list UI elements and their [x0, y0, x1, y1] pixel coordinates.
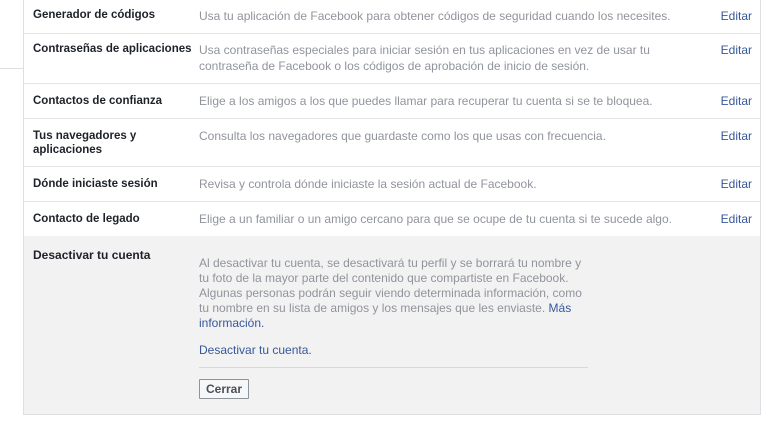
setting-label: Dónde iniciaste sesión: [33, 178, 158, 190]
setting-row-trusted-contacts: Contactos de confianza Elige a los amigo…: [24, 84, 760, 119]
divider: [199, 367, 588, 368]
outer-divider: [0, 68, 23, 69]
setting-row-legacy-contact: Contacto de legado Elige a un familiar o…: [24, 202, 760, 236]
section-title: Desactivar tu cuenta: [33, 248, 151, 262]
deactivate-account-section: Desactivar tu cuenta Al desactivar tu cu…: [24, 236, 760, 414]
setting-label: Contacto de legado: [33, 213, 140, 225]
edit-link-where-logged-in[interactable]: Editar: [721, 176, 752, 192]
setting-description: Usa tu aplicación de Facebook para obten…: [199, 9, 671, 23]
setting-description: Elige a los amigos a los que puedes llam…: [199, 94, 653, 108]
setting-row-browsers-apps: Tus navegadores y aplicaciones Consulta …: [24, 119, 760, 167]
edit-link-legacy-contact[interactable]: Editar: [721, 211, 752, 227]
deactivate-explanation: Al desactivar tu cuenta, se desactivará …: [199, 256, 594, 331]
setting-row-where-logged-in: Dónde iniciaste sesión Revisa y controla…: [24, 167, 760, 202]
edit-link-code-generator[interactable]: Editar: [721, 8, 752, 24]
setting-description: Elige a un familiar o un amigo cercano p…: [199, 212, 672, 226]
setting-description: Revisa y controla dónde iniciaste la ses…: [199, 177, 537, 191]
setting-label: Contactos de confianza: [33, 95, 163, 107]
security-settings-panel: Generador de códigos Usa tu aplicación d…: [23, 0, 761, 415]
setting-label: Contraseñas de aplicaciones: [33, 43, 192, 55]
edit-link-trusted-contacts[interactable]: Editar: [721, 93, 752, 109]
setting-description: Consulta los navegadores que guardaste c…: [199, 129, 606, 143]
setting-label: Generador de códigos: [33, 9, 156, 21]
edit-link-app-passwords[interactable]: Editar: [721, 42, 752, 58]
setting-description: Usa contraseñas especiales para iniciar …: [199, 43, 650, 73]
setting-label: Tus navegadores y aplicaciones: [33, 130, 137, 156]
explanation-text: Al desactivar tu cuenta, se desactivará …: [199, 256, 582, 315]
edit-link-browsers-apps[interactable]: Editar: [721, 128, 752, 144]
deactivate-account-link[interactable]: Desactivar tu cuenta.: [199, 343, 312, 357]
close-button[interactable]: Cerrar: [199, 379, 250, 399]
setting-row-app-passwords: Contraseñas de aplicaciones Usa contrase…: [24, 34, 760, 84]
setting-row-code-generator: Generador de códigos Usa tu aplicación d…: [24, 0, 760, 34]
